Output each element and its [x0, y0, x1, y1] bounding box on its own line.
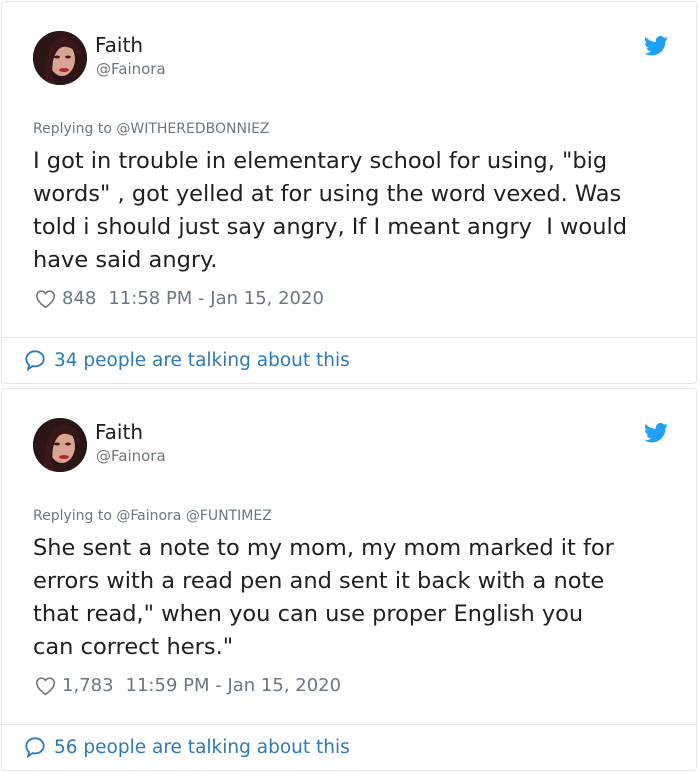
- like-count[interactable]: 1,783: [62, 675, 114, 696]
- twitter-bird-icon[interactable]: [644, 423, 668, 443]
- avatar-image: [33, 418, 87, 472]
- avatar[interactable]: [33, 31, 87, 85]
- conversation-label[interactable]: 34 people are talking about this: [54, 350, 350, 371]
- twitter-bird-icon[interactable]: [644, 36, 668, 56]
- tweet-card[interactable]: Faith @Fainora Replying to @WITHEREDBONN…: [1, 1, 697, 384]
- speech-bubble-icon: [25, 737, 45, 758]
- conversation-label[interactable]: 56 people are talking about this: [54, 737, 350, 758]
- tweet-card[interactable]: Faith @Fainora Replying to @Fainora @FUN…: [1, 388, 697, 771]
- author-handle[interactable]: @Fainora: [96, 447, 166, 465]
- replying-to[interactable]: Replying to @WITHEREDBONNIEZ: [33, 121, 270, 137]
- speech-bubble-icon: [25, 350, 45, 371]
- conversation-link[interactable]: 34 people are talking about this: [24, 349, 350, 371]
- author-name[interactable]: Faith: [95, 420, 143, 444]
- like-count[interactable]: 848: [62, 288, 96, 309]
- divider: [2, 724, 696, 725]
- tweet-meta: 1,783 11:59 PM - Jan 15, 2020: [35, 675, 341, 696]
- divider: [2, 337, 696, 338]
- author-name[interactable]: Faith: [95, 33, 143, 57]
- tweet-text: I got in trouble in elementary school fo…: [33, 148, 627, 273]
- tweet-text: She sent a note to my mom, my mom marked…: [33, 535, 614, 660]
- avatar-image: [33, 31, 87, 85]
- heart-icon[interactable]: [35, 289, 56, 309]
- replying-to[interactable]: Replying to @Fainora @FUNTIMEZ: [33, 508, 272, 524]
- timestamp[interactable]: 11:59 PM - Jan 15, 2020: [126, 675, 342, 696]
- conversation-link[interactable]: 56 people are talking about this: [24, 736, 350, 758]
- timestamp[interactable]: 11:58 PM - Jan 15, 2020: [108, 288, 324, 309]
- heart-icon[interactable]: [35, 676, 56, 696]
- avatar[interactable]: [33, 418, 87, 472]
- author-handle[interactable]: @Fainora: [96, 60, 166, 78]
- tweet-meta: 848 11:58 PM - Jan 15, 2020: [35, 288, 324, 309]
